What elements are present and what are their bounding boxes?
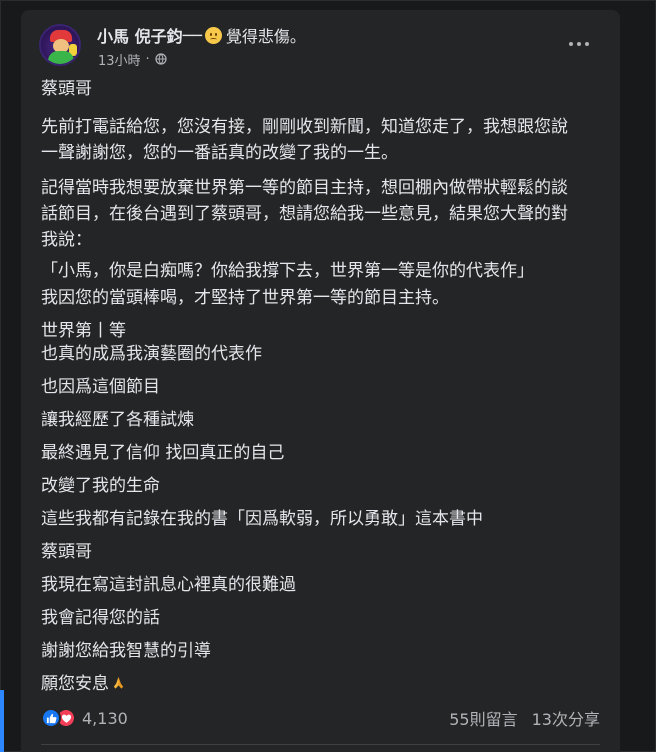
post-line: 一聲謝謝您，您的一番話真的改變了我的一生。 xyxy=(41,143,398,163)
post-line: 蔡頭哥 xyxy=(41,542,92,562)
globe-icon[interactable] xyxy=(155,53,167,65)
post-line: 我會記得您的話 xyxy=(41,608,160,628)
engagement-stats: 55則留言 13次分享 xyxy=(449,706,600,730)
more-dot-icon xyxy=(569,42,573,46)
post-line: 記得當時我想要放棄世界第一等的節目主持，想回棚內做帶狀輕鬆的談 xyxy=(41,178,568,198)
reaction-count: 4,130 xyxy=(82,708,128,728)
post-line: 話節目，在後台遇到了蔡頭哥，想請您給我一些意見，結果您大聲的對 xyxy=(41,204,568,224)
post-line: 謝謝您給我智慧的引導 xyxy=(41,641,211,661)
post-line: 也因爲這個節目 xyxy=(41,377,160,397)
comments-count-link[interactable]: 55則留言 xyxy=(449,706,517,730)
post-line: 我因您的當頭棒喝，才堅持了世界第一等的節目主持。 xyxy=(41,288,449,308)
action-divider xyxy=(41,744,600,745)
post-meta: 13小時 · xyxy=(98,50,167,69)
post-line-text: 願您安息 xyxy=(41,674,109,694)
post-line: 也真的成爲我演藝圈的代表作 xyxy=(41,344,262,364)
post-line: 讓我經歷了各種試煉 xyxy=(41,410,194,430)
feeling-separator: ── xyxy=(182,25,202,45)
folded-hands-emoji-icon xyxy=(113,676,124,689)
post-footer: 4,130 55則留言 13次分享 xyxy=(21,706,620,734)
post-line: 蔡頭哥 xyxy=(41,79,92,99)
shares-count-link[interactable]: 13次分享 xyxy=(532,706,600,730)
feeling-text: 覺得悲傷。 xyxy=(225,27,306,46)
like-icon xyxy=(41,708,61,728)
more-dot-icon xyxy=(577,42,581,46)
more-dot-icon xyxy=(585,42,589,46)
post-line: 我現在寫這封訊息心裡真的很難過 xyxy=(41,575,296,595)
author-avatar[interactable] xyxy=(39,24,81,66)
sad-face-emoji-icon xyxy=(204,26,222,44)
selection-accent-bar xyxy=(0,690,4,752)
post-line: 最終遇見了信仰 找回真正的自己 xyxy=(41,443,285,463)
post-header: 小馬 倪子鈞 ── 覺得悲傷。 xyxy=(97,23,306,47)
more-options-button[interactable] xyxy=(561,30,597,58)
avatar-shirt xyxy=(48,51,74,64)
post-line: 改變了我的生命 xyxy=(41,476,160,496)
post-line: 「小馬，你是白痴嗎？你給我撐下去，世界第一等是你的代表作」 xyxy=(41,261,534,281)
post-line: 我說： xyxy=(41,230,92,250)
author-name-link[interactable]: 小馬 倪子鈞 xyxy=(97,23,183,47)
post-line-last: 願您安息 xyxy=(41,671,126,697)
post-line: 先前打電話給您，您沒有接，剛剛收到新聞，知道您走了，我想跟您說 xyxy=(41,117,568,137)
meta-dot: · xyxy=(145,51,150,67)
post-line: 這些我都有記錄在我的書「因爲軟弱，所以勇敢」這本書中 xyxy=(41,509,483,529)
reactions-summary[interactable]: 4,130 xyxy=(41,706,128,730)
post-card: 小馬 倪子鈞 ── 覺得悲傷。 13小時 · 蔡頭哥 先前打電話給您，您沒有接，… xyxy=(21,10,620,752)
post-timestamp-link[interactable]: 13小時 xyxy=(98,50,141,69)
